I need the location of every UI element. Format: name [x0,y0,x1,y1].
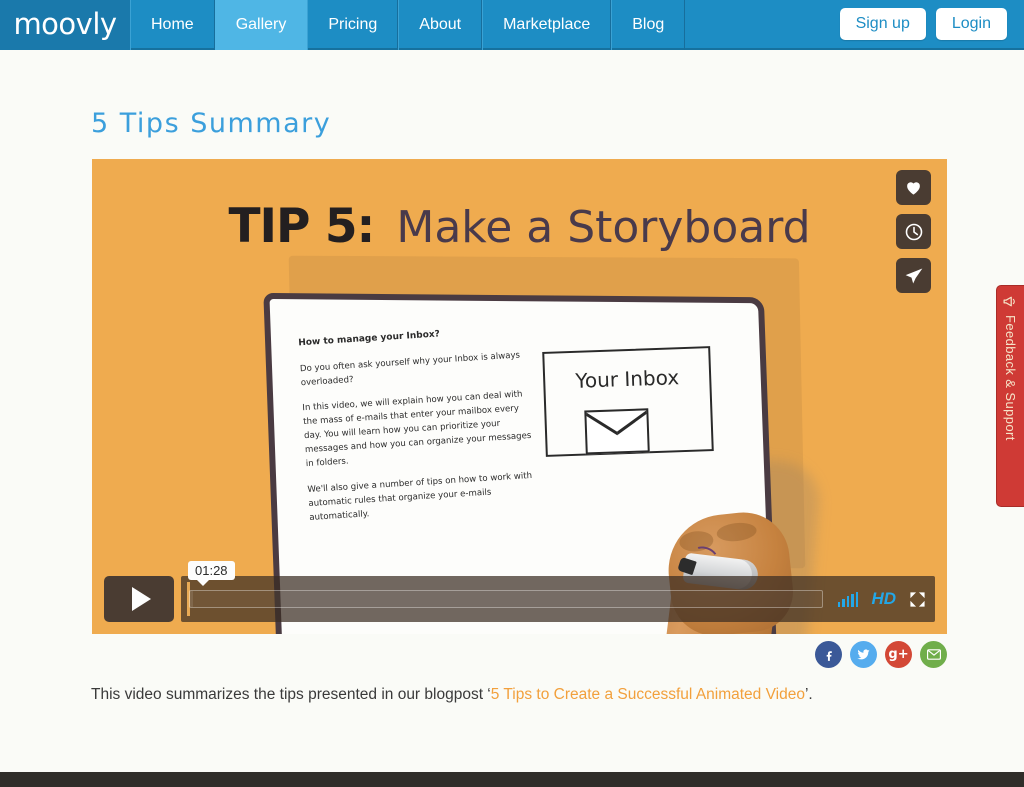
googleplus-share-button[interactable]: g+ [885,641,912,668]
hd-toggle[interactable]: HD [871,589,896,609]
page-content: 5 Tips Summary TIP 5: Make a Storyboard H… [0,52,1024,772]
facebook-icon [826,650,832,661]
volume-icon[interactable] [837,591,859,607]
email-icon [926,649,941,660]
video-action-buttons [896,170,931,293]
nav-item-about[interactable]: About [398,0,483,50]
login-button[interactable]: Login [935,8,1007,40]
paper-plane-icon [905,268,922,283]
google-plus-icon: g+ [888,647,909,662]
envelope-icon [584,408,650,455]
twitter-share-button[interactable] [850,641,877,668]
video-description: This video summarizes the tips presented… [91,686,813,704]
video-slide-title: TIP 5: Make a Storyboard [92,199,947,254]
feedback-support-label: Feedback & Support [1003,315,1018,441]
whiteboard-paragraph-3: We'll also give a number of tips on how … [307,470,533,523]
progress-fill [190,591,193,607]
social-share-row: g+ [815,641,947,668]
logo-link[interactable]: moovly [0,0,130,50]
play-button[interactable] [104,576,174,622]
progress-bar-area[interactable]: 01:28 HD [181,561,935,622]
video-controls: 01:28 HD [104,561,935,622]
whiteboard-paragraph-2: In this video, we will explain how you c… [302,389,532,470]
description-after: ’. [804,686,813,703]
inbox-drawing-label: Your Inbox [574,365,680,393]
nav-item-marketplace[interactable]: Marketplace [482,0,612,50]
nav-item-pricing[interactable]: Pricing [307,0,399,50]
fullscreen-icon [910,591,925,607]
video-title-prefix: TIP 5: [228,199,376,254]
nav-links: Home Gallery Pricing About Marketplace B… [130,0,686,50]
progress-track[interactable]: 01:28 [188,561,823,608]
megaphone-icon [1003,296,1015,307]
twitter-icon [857,649,870,660]
top-navigation-bar: moovly Home Gallery Pricing About Market… [0,0,1024,50]
facebook-share-button[interactable] [815,641,842,668]
play-icon [132,587,151,611]
envelope-flap-right [616,410,647,451]
heart-icon [907,182,920,195]
email-share-button[interactable] [920,641,947,668]
blogpost-link[interactable]: 5 Tips to Create a Successful Animated V… [491,686,805,703]
envelope-flap-left [586,411,617,452]
inbox-drawing-box: Your Inbox [542,346,714,457]
fullscreen-button[interactable] [909,591,926,608]
page-title: 5 Tips Summary [91,108,332,139]
description-before: This video summarizes the tips presented… [91,686,491,703]
logo-text: moovly [13,6,117,41]
nav-item-gallery[interactable]: Gallery [214,0,308,50]
share-button[interactable] [896,258,931,293]
whiteboard-text: How to manage your Inbox? Do you often a… [298,322,538,538]
favorite-button[interactable] [896,170,931,205]
nav-item-blog[interactable]: Blog [611,0,686,50]
page-footer [0,772,1024,787]
whiteboard-heading: How to manage your Inbox? [298,329,441,349]
watch-later-button[interactable] [896,214,931,249]
video-player[interactable]: TIP 5: Make a Storyboard How to manage yo… [92,159,947,634]
knuckle-shade-2 [715,521,758,544]
right-controls: HD [837,576,926,622]
signup-button[interactable]: Sign up [839,8,926,40]
feedback-support-tab[interactable]: Feedback & Support [996,285,1024,507]
whiteboard-paragraph-1: Do you often ask yourself why your Inbox… [299,350,521,388]
nav-actions: Sign up Login [839,0,1024,48]
current-time-tooltip: 01:28 [188,561,235,586]
nav-item-home[interactable]: Home [130,0,215,50]
video-title-main: Make a Storyboard [396,202,811,253]
clock-icon [905,223,922,240]
